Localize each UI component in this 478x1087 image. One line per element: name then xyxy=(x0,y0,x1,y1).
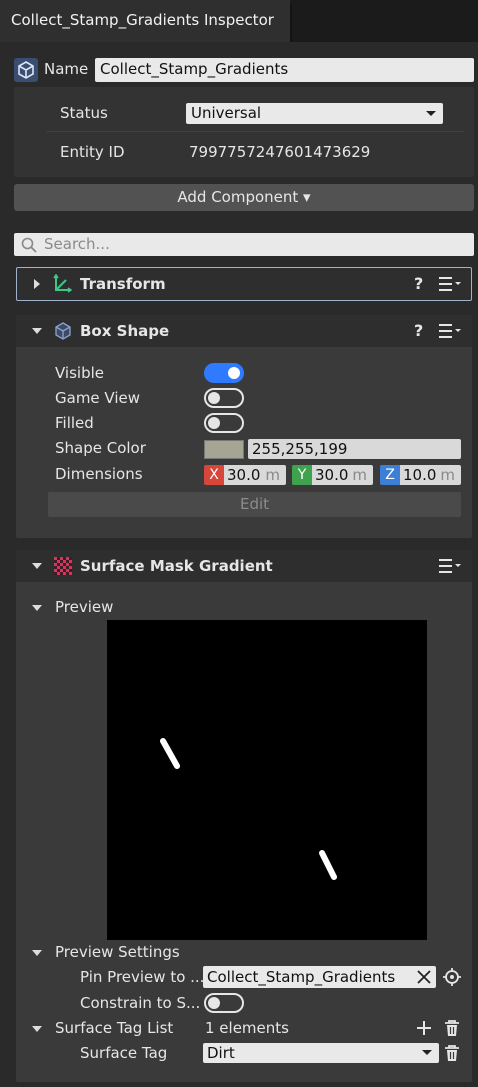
surface-mask-gradient-title: Surface Mask Gradient xyxy=(80,557,273,575)
surface-tag-label: Surface Tag xyxy=(80,1044,168,1062)
surface-tag-dropdown[interactable]: Dirt xyxy=(203,1043,439,1063)
surface-tag-value: Dirt xyxy=(207,1044,235,1062)
entity-name-input[interactable]: Collect_Stamp_Gradients xyxy=(95,58,474,82)
x-axis-label: X xyxy=(204,465,224,485)
inspector-tab[interactable]: Collect_Stamp_Gradients Inspector xyxy=(0,0,290,42)
y-axis-label: Y xyxy=(292,465,312,485)
pin-preview-entity-field[interactable]: Collect_Stamp_Gradients xyxy=(203,966,436,988)
constrain-label: Constrain to S... xyxy=(80,994,201,1012)
menu-icon[interactable] xyxy=(438,276,462,292)
constrain-toggle[interactable] xyxy=(204,993,244,1013)
expand-arrow-icon[interactable] xyxy=(34,279,40,289)
edit-button[interactable]: Edit xyxy=(48,492,461,517)
clear-icon[interactable] xyxy=(415,968,433,986)
trash-icon[interactable] xyxy=(443,1019,461,1037)
dimensions-label: Dimensions xyxy=(55,465,143,483)
box-shape-icon xyxy=(53,321,73,341)
menu-icon[interactable] xyxy=(438,558,462,574)
status-dropdown[interactable]: Universal xyxy=(186,103,443,124)
transform-title: Transform xyxy=(80,275,166,293)
surface-mask-gradient-icon xyxy=(53,556,73,576)
add-icon[interactable] xyxy=(415,1019,433,1037)
dimension-z-value: 10.0 xyxy=(403,466,437,484)
tab-divider xyxy=(290,4,292,42)
dimension-y-value: 30.0 xyxy=(315,466,349,484)
chevron-down-icon xyxy=(421,1043,433,1063)
z-axis-label: Z xyxy=(380,465,400,485)
collapse-arrow-icon[interactable] xyxy=(32,328,42,334)
search-input[interactable]: Search... xyxy=(14,233,474,256)
entity-id-value: 7997757247601473629 xyxy=(189,143,371,161)
filled-toggle[interactable] xyxy=(204,413,244,433)
collapse-arrow-icon[interactable] xyxy=(32,950,42,956)
divider xyxy=(46,131,464,132)
dimension-z-input[interactable]: 10.0 m xyxy=(400,465,461,485)
game-view-toggle[interactable] xyxy=(204,388,244,408)
box-shape-title: Box Shape xyxy=(80,322,170,340)
preview-label: Preview xyxy=(55,598,114,616)
name-label: Name xyxy=(44,60,89,78)
help-button[interactable]: ? xyxy=(414,321,423,340)
preview-settings-label: Preview Settings xyxy=(55,943,180,961)
entity-status-panel xyxy=(14,87,474,177)
help-button[interactable]: ? xyxy=(414,274,423,293)
collapse-arrow-icon[interactable] xyxy=(32,605,42,611)
unit-label: m xyxy=(265,466,280,484)
trash-icon[interactable] xyxy=(443,1044,461,1062)
filled-label: Filled xyxy=(55,414,94,432)
dimension-x-value: 30.0 xyxy=(227,466,261,484)
chevron-down-icon xyxy=(425,103,437,131)
dimension-x-input[interactable]: 30.0 m xyxy=(224,465,286,485)
shape-color-input[interactable]: 255,255,199 xyxy=(248,439,461,459)
game-view-label: Game View xyxy=(55,389,141,407)
collapse-arrow-icon[interactable] xyxy=(32,563,42,569)
entity-id-label: Entity ID xyxy=(60,143,125,161)
search-icon xyxy=(20,236,38,254)
target-picker-icon[interactable] xyxy=(442,967,462,987)
status-value: Universal xyxy=(191,104,262,122)
shape-color-label: Shape Color xyxy=(55,439,146,457)
entity-cube-icon xyxy=(14,58,38,82)
visible-toggle[interactable] xyxy=(204,363,244,383)
dimension-y-input[interactable]: 30.0 m xyxy=(312,465,373,485)
pin-preview-label: Pin Preview to ... xyxy=(80,968,205,986)
menu-icon[interactable] xyxy=(438,323,462,339)
shape-color-swatch[interactable] xyxy=(204,440,244,459)
surface-tag-list-label: Surface Tag List xyxy=(55,1019,174,1037)
status-label: Status xyxy=(60,104,108,122)
unit-label: m xyxy=(440,466,455,484)
add-component-button[interactable]: Add Component ▾ xyxy=(14,184,474,211)
surface-tag-count: 1 elements xyxy=(205,1019,289,1037)
gradient-preview-image xyxy=(107,620,427,940)
transform-axes-icon xyxy=(52,273,73,294)
unit-label: m xyxy=(352,466,367,484)
collapse-arrow-icon[interactable] xyxy=(32,1026,42,1032)
visible-label: Visible xyxy=(55,364,104,382)
